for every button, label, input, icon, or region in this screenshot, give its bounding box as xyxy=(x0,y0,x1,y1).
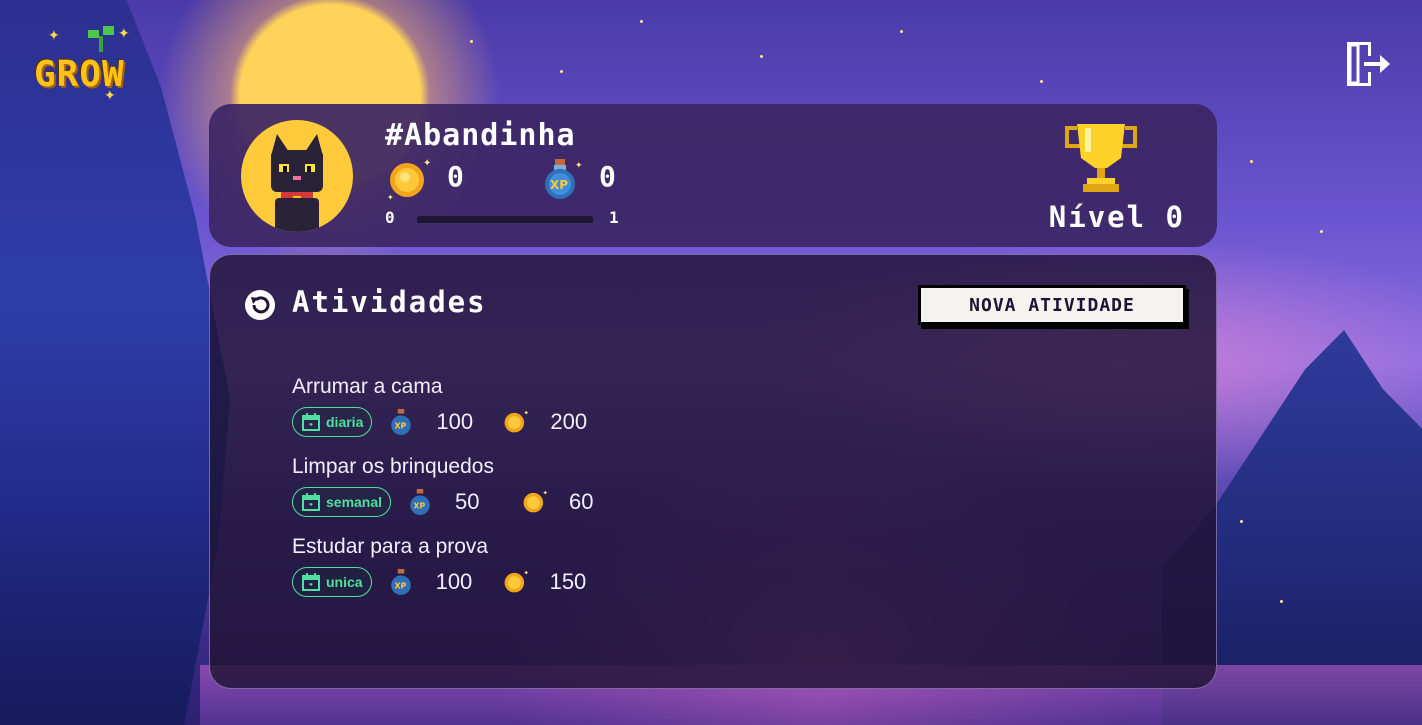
activity-item[interactable]: Limpar os brinquedos semanal XP 50 ✦ 60 xyxy=(292,455,619,525)
back-arrow-icon[interactable] xyxy=(244,289,276,321)
svg-text:✦: ✦ xyxy=(543,489,549,497)
background-star xyxy=(760,55,763,58)
background-star xyxy=(900,30,903,33)
progress-min-label: 0 xyxy=(385,208,395,227)
grow-logo[interactable]: ✦ ✦ ✦ GROW xyxy=(34,26,152,104)
activity-coins: 200 xyxy=(550,409,588,434)
username: #Abandinha xyxy=(385,118,576,153)
activity-name: Arrumar a cama xyxy=(292,375,443,398)
profile-card: #Abandinha ✦ ✦ 0 XP ✦ 0 0 1 Nível 0 xyxy=(209,104,1217,247)
xp-potion-icon: XP xyxy=(410,488,430,516)
calendar-icon xyxy=(302,493,320,511)
frequency-badge: unica xyxy=(292,567,372,597)
background-cliff-left xyxy=(0,0,230,725)
svg-text:XP: XP xyxy=(395,422,407,431)
logo-text: GROW xyxy=(34,54,125,95)
coin-icon: ✦ xyxy=(504,569,529,593)
xp-value: 0 xyxy=(599,160,616,193)
svg-text:XP: XP xyxy=(394,582,406,591)
coin-icon: ✦ xyxy=(504,409,530,433)
activities-panel: Atividades NOVA ATIVIDADE Arrumar a cama… xyxy=(209,254,1217,689)
background-star xyxy=(1280,600,1283,603)
background-star xyxy=(640,20,643,23)
trophy-icon xyxy=(1065,124,1137,192)
logout-button[interactable] xyxy=(1344,40,1392,90)
frequency-badge: diaria xyxy=(292,407,373,437)
xp-potion-icon: XP xyxy=(391,408,412,436)
activity-item[interactable]: Estudar para a prova unica XP 100 ✦ 150 xyxy=(292,535,600,605)
activity-xp: 100 xyxy=(435,569,473,594)
frequency-badge: semanal xyxy=(292,487,392,517)
background-star xyxy=(1240,520,1243,523)
activity-item[interactable]: Arrumar a cama diaria XP 100 ✦ 200 xyxy=(292,375,600,445)
new-activity-button[interactable]: NOVA ATIVIDADE xyxy=(918,285,1186,325)
level-progress-bar xyxy=(417,216,593,223)
coins-value: 0 xyxy=(447,160,464,193)
background-star xyxy=(560,70,563,73)
calendar-icon xyxy=(302,413,320,431)
progress-max-label: 1 xyxy=(609,208,619,227)
background-star xyxy=(470,40,473,43)
activity-name: Limpar os brinquedos xyxy=(292,455,494,478)
svg-text:✦: ✦ xyxy=(575,161,583,171)
svg-text:XP: XP xyxy=(550,178,568,192)
coin-icon: ✦ xyxy=(523,489,549,513)
activity-xp: 50 xyxy=(455,489,480,514)
svg-text:✦: ✦ xyxy=(387,193,394,202)
svg-text:✦: ✦ xyxy=(423,158,431,169)
frequency-label: diaria xyxy=(326,414,364,430)
svg-text:✦: ✦ xyxy=(524,409,530,417)
svg-text:XP: XP xyxy=(414,502,426,511)
frequency-label: semanal xyxy=(326,494,383,510)
activity-coins: 150 xyxy=(549,569,587,594)
svg-text:✦: ✦ xyxy=(523,569,529,577)
xp-potion-icon: XP ✦ xyxy=(545,159,583,199)
calendar-icon xyxy=(302,573,320,591)
sprout-icon xyxy=(88,26,114,52)
logout-icon xyxy=(1347,42,1390,86)
activity-name: Estudar para a prova xyxy=(292,535,489,558)
background-star xyxy=(1320,230,1323,233)
activities-title: Atividades xyxy=(292,285,487,319)
sparkle-icon: ✦ xyxy=(118,26,130,42)
background-star xyxy=(1250,160,1253,163)
level-label: Nível 0 xyxy=(1048,200,1185,234)
frequency-label: unica xyxy=(326,574,363,590)
coin-icon: ✦ ✦ xyxy=(387,158,431,202)
activity-coins: 60 xyxy=(569,489,594,514)
background-star xyxy=(1040,80,1043,83)
cat-avatar xyxy=(241,120,353,232)
sparkle-icon: ✦ xyxy=(48,28,60,44)
activity-xp: 100 xyxy=(436,409,474,434)
xp-potion-icon: XP xyxy=(390,568,411,596)
